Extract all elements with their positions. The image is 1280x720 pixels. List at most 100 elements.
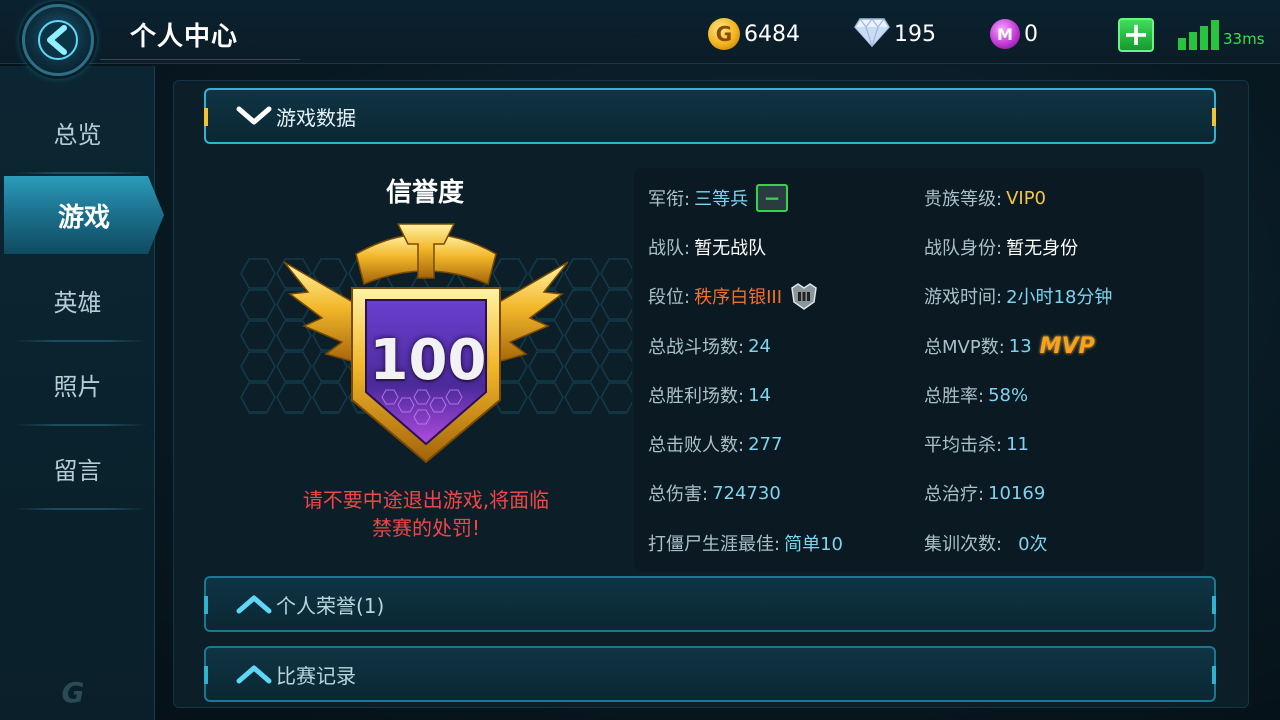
stat-label: 总战斗场数: — [648, 337, 745, 358]
chevron-down-icon — [236, 106, 272, 125]
stat-label: 贵族等级: — [924, 189, 1003, 210]
chevron-up-icon — [236, 595, 272, 614]
credit-warning-text: 请不要中途退出游戏,将面临 禁赛的处罚! — [262, 486, 590, 542]
signal-bar — [1211, 20, 1219, 50]
stat-total-healing: 总治疗: 10169 — [924, 478, 1045, 508]
page-title: 个人中心 — [130, 22, 239, 52]
section-honors-header[interactable]: 个人荣誉(1) — [204, 576, 1216, 632]
back-arrow-icon — [38, 20, 78, 60]
back-button[interactable] — [22, 4, 94, 76]
sidebar: 总览 游戏 英雄 照片 留言 G — [0, 66, 164, 720]
stat-tier: 段位: 秩序白银III — [648, 281, 820, 311]
stat-value: 三等兵 — [694, 189, 749, 210]
stat-value: 24 — [748, 335, 771, 357]
diamond-display[interactable]: 195 — [854, 14, 936, 54]
stat-value: 暂无身份 — [1006, 238, 1079, 259]
section-title: 游戏数据 — [276, 105, 356, 130]
stat-value: 13 — [1008, 335, 1032, 357]
sidebar-item-heroes[interactable]: 英雄 — [0, 258, 155, 342]
sidebar-item-game[interactable]: 游戏 — [4, 176, 164, 254]
stat-value: 0次 — [1018, 534, 1048, 555]
stat-label: 总MVP数: — [924, 337, 1005, 358]
section-game-data-header[interactable]: 游戏数据 — [204, 88, 1216, 144]
silver-tier-icon — [791, 283, 817, 310]
gem-amount: 0 — [1024, 21, 1038, 47]
game-logo-icon: G — [61, 676, 85, 709]
divider — [14, 508, 147, 510]
stat-label: 军衔: — [648, 189, 691, 210]
divider — [14, 172, 147, 174]
stat-win-rate: 总胜率: 58% — [924, 380, 1028, 410]
header-accent — [1212, 596, 1216, 614]
stat-value: 11 — [1006, 433, 1029, 455]
stat-total-matches: 总战斗场数: 24 — [648, 331, 771, 361]
sidebar-item-label: 留言 — [53, 456, 102, 485]
stats-panel — [634, 168, 1204, 572]
network-status: 33ms — [1178, 16, 1265, 50]
stat-label: 总胜利场数: — [648, 386, 745, 407]
stat-value: 14 — [748, 384, 771, 406]
mvp-icon: MVP — [1039, 333, 1095, 359]
add-currency-button[interactable]: + — [1118, 18, 1154, 52]
stat-label: 战队: — [648, 238, 691, 259]
stat-label: 集训次数: — [924, 534, 1003, 555]
signal-bar — [1178, 38, 1186, 50]
stat-team-role: 战队身份: 暂无身份 — [924, 232, 1078, 262]
gold-amount: 6484 — [744, 21, 800, 47]
stat-value: 2小时18分钟 — [1006, 287, 1113, 308]
stat-value: 277 — [748, 433, 783, 455]
header-accent — [1212, 108, 1216, 126]
gold-coin-icon: G — [708, 18, 740, 50]
chevron-up-icon — [236, 665, 272, 684]
section-match-history-header[interactable]: 比赛记录 — [204, 646, 1216, 702]
latency-text: 33ms — [1223, 30, 1265, 48]
stat-label: 总击败人数: — [648, 435, 745, 456]
header-accent — [204, 596, 208, 614]
stat-total-kills: 总击败人数: 277 — [648, 429, 782, 459]
gold-display[interactable]: G 6484 — [708, 14, 800, 54]
top-bar: 个人中心 G 6484 195 M 0 + 33ms — [0, 0, 1280, 64]
diamond-amount: 195 — [894, 21, 936, 47]
stat-value: 简单10 — [784, 534, 843, 555]
stat-value: 暂无战队 — [694, 238, 767, 259]
stat-label: 打僵尸生涯最佳: — [648, 534, 781, 555]
military-rank-icon: − — [756, 184, 789, 212]
stat-label: 战队身份: — [924, 238, 1003, 259]
stat-label: 平均击杀: — [924, 435, 1003, 456]
stat-total-mvp: 总MVP数: 13 MVP — [924, 331, 1095, 361]
signal-bar — [1189, 32, 1197, 50]
credit-score-value: 100 — [369, 328, 487, 393]
stat-label: 段位: — [648, 287, 691, 308]
sidebar-item-label: 游戏 — [57, 202, 110, 233]
stat-training: 集训次数: 0次 — [924, 528, 1048, 558]
stat-total-damage: 总伤害: 724730 — [648, 478, 781, 508]
stat-noble-level: 贵族等级: VIP0 — [924, 183, 1046, 213]
sidebar-item-messages[interactable]: 留言 — [0, 426, 155, 510]
stat-avg-kills: 平均击杀: 11 — [924, 429, 1029, 459]
header-accent — [204, 108, 208, 126]
sidebar-item-label: 照片 — [53, 372, 102, 401]
sidebar-item-label: 总览 — [53, 120, 102, 149]
credit-score-title: 信誉度 — [385, 178, 464, 208]
stat-playtime: 游戏时间: 2小时18分钟 — [924, 281, 1112, 311]
sidebar-item-photos[interactable]: 照片 — [0, 342, 155, 426]
diamond-icon — [854, 17, 890, 51]
gem-display[interactable]: M 0 — [990, 14, 1038, 54]
sidebar-item-label: 英雄 — [53, 288, 102, 317]
signal-bar — [1200, 26, 1208, 50]
section-title: 比赛记录 — [276, 663, 356, 688]
stat-military-rank: 军衔: 三等兵 − — [648, 183, 789, 213]
sidebar-item-overview[interactable]: 总览 — [0, 90, 155, 174]
stat-value: 10169 — [988, 482, 1046, 504]
stat-label: 游戏时间: — [924, 287, 1003, 308]
warning-line: 请不要中途退出游戏,将面临 — [302, 488, 550, 512]
stat-value: 724730 — [712, 482, 781, 504]
header-accent — [204, 666, 208, 684]
warning-line: 禁赛的处罚! — [371, 516, 481, 540]
stat-value: 58% — [988, 384, 1029, 406]
stat-label: 总治疗: — [924, 484, 985, 505]
stat-label: 总胜率: — [924, 386, 985, 407]
stat-value: 秩序白银III — [694, 287, 783, 308]
section-title: 个人荣誉(1) — [276, 593, 385, 618]
header-accent — [1212, 666, 1216, 684]
